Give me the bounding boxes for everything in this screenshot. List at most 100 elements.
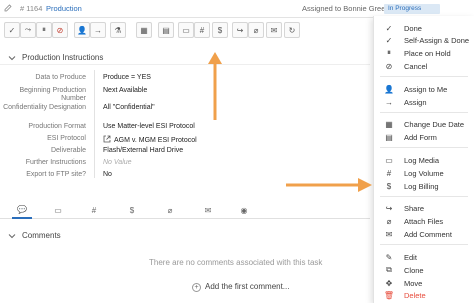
menu-item-assign-to-me[interactable]: 👤 Assign to Me [374, 83, 474, 95]
menu-item-label: Done [404, 24, 422, 33]
menu-item-log-billing[interactable]: $ Log Billing [374, 180, 474, 192]
share-icon[interactable]: ↪ [232, 22, 248, 38]
billing-icon[interactable]: $ [212, 22, 228, 38]
menu-item-log-volume[interactable]: # Log Volume [374, 167, 474, 179]
tab-comments[interactable]: 💬 [12, 201, 32, 219]
menu-item-assign[interactable]: → Assign [374, 96, 474, 108]
field-value: All "Confidential" [103, 104, 155, 111]
task-actions-menu: ✓ Done ✓ Self-Assign & Done ⏸ Place on Hold… [373, 16, 474, 303]
menu-item-attach-files[interactable]: ⌀ Attach Files [374, 215, 474, 227]
tab-media[interactable]: ▭ [48, 201, 68, 219]
menu-item-clone[interactable]: ⧉ Clone [374, 264, 474, 276]
task-toolbar: ✓ ⤳ ⏸ ⊘ 👤 → ⚗ ▦ ▤ ▭ # $ ↪ ⌀ ✉ ↻ [0, 22, 300, 42]
tab-watchers[interactable]: ◉ [234, 201, 254, 219]
media-icon[interactable]: ▭ [178, 22, 194, 38]
tab-volume[interactable]: # [84, 201, 104, 219]
menu-item-edit[interactable]: ✎ Edit [374, 251, 474, 263]
pause-icon[interactable]: ⏸ [36, 22, 52, 38]
assign-icon[interactable]: 👤 [74, 22, 90, 38]
clone-icon: ⧉ [386, 265, 392, 274]
menu-divider [380, 76, 468, 77]
menu-item-add-comment[interactable]: ✉ Add Comment [374, 228, 474, 240]
menu-item-move[interactable]: ✥ Move [374, 277, 474, 289]
menu-item-label: Share [404, 204, 425, 213]
menu-item-add-form[interactable]: ▤ Add Form [374, 131, 474, 143]
menu-item-label: Log Billing [404, 182, 439, 191]
menu-item-label: Delete [404, 291, 426, 300]
comment-icon: ✉ [385, 229, 393, 239]
assign-icon: → [385, 97, 393, 107]
field-value-link[interactable]: AGM v. MGM ESI Protocol [103, 135, 197, 145]
pause-icon: ⏸ [387, 48, 391, 57]
menu-item-label: Self-Assign & Done [404, 36, 470, 45]
calendar-icon: ▦ [385, 119, 393, 129]
section-title: Production Instructions [22, 53, 104, 62]
field-value: Flash/External Hard Drive [103, 147, 184, 154]
menu-item-label: Clone [404, 266, 424, 275]
cancel-icon[interactable]: ⊘ [52, 22, 68, 38]
menu-item-label: Move [404, 279, 423, 288]
media-icon: ▭ [385, 155, 393, 165]
flask-icon[interactable]: ⚗ [110, 22, 126, 38]
add-first-comment-link[interactable]: + Add the first comment... [192, 282, 289, 292]
task-number: # 1164 [20, 4, 43, 13]
volume-icon[interactable]: # [194, 22, 210, 38]
menu-item-label: Log Volume [404, 169, 444, 178]
field-value: Produce = YES [103, 74, 151, 81]
field-value: No [103, 171, 112, 178]
attach-icon[interactable]: ⌀ [248, 22, 264, 38]
field-value: No Value [103, 159, 132, 166]
check-icon[interactable]: ✓ [4, 22, 20, 38]
repeat-icon[interactable]: ↻ [284, 22, 300, 38]
comments-title: Comments [22, 231, 61, 240]
comment-icon[interactable]: ✉ [266, 22, 282, 38]
menu-divider [380, 112, 468, 113]
field-label: Further Instructions [25, 159, 86, 166]
edit-icon[interactable] [3, 3, 13, 13]
move-icon: ✥ [385, 278, 393, 288]
field-divider [94, 70, 95, 178]
chevron-down-icon [8, 234, 16, 239]
menu-item-label: Assign [404, 98, 427, 107]
menu-item-place-on-hold[interactable]: ⏸ Place on Hold [374, 47, 474, 59]
advance-icon[interactable]: → [90, 22, 106, 38]
check-icon: ✓ [385, 23, 393, 33]
menu-item-label: Cancel [404, 62, 428, 71]
assign-to-me-icon: 👤 [384, 84, 394, 94]
external-link-icon [103, 135, 111, 143]
menu-item-cancel[interactable]: ⊘ Cancel [374, 60, 474, 72]
field-label: ESI Protocol [47, 135, 86, 142]
status-badge: In Progress [384, 4, 440, 14]
menu-item-done[interactable]: ✓ Done [374, 22, 474, 34]
billing-icon: $ [386, 181, 392, 191]
add-comment-label: Add the first comment... [205, 282, 290, 291]
right-arrow-annotation [286, 178, 372, 192]
comments-header[interactable]: Comments [0, 229, 370, 243]
menu-item-delete[interactable]: 🗑 Delete [374, 289, 474, 301]
menu-item-share[interactable]: ↪ Share [374, 202, 474, 214]
task-title[interactable]: Production [46, 4, 82, 13]
form-icon[interactable]: ▤ [158, 22, 174, 38]
volume-icon: # [386, 168, 392, 178]
field-label: Data to Produce [35, 74, 86, 81]
reassign-icon[interactable]: ⤳ [20, 22, 36, 38]
menu-item-label: Log Media [404, 156, 440, 165]
production-instructions-header[interactable]: Production Instructions [0, 51, 370, 65]
esi-protocol-link[interactable]: AGM v. MGM ESI Protocol [114, 137, 197, 144]
tab-attachments[interactable]: ⌀ [160, 201, 180, 219]
field-label: Deliverable [50, 147, 86, 154]
menu-item-change-due-date[interactable]: ▦ Change Due Date [374, 118, 474, 130]
due-date-icon[interactable]: ▦ [136, 22, 152, 38]
detail-tabs: 💬 ▭ # $ ⌀ ✉ ◉ [0, 201, 370, 219]
field-label: Beginning Production Number [19, 87, 86, 102]
tab-messages[interactable]: ✉ [198, 201, 218, 219]
menu-divider [380, 196, 468, 197]
field-value: Next Available [103, 87, 148, 94]
menu-item-self-assign-done[interactable]: ✓ Self-Assign & Done [374, 34, 474, 46]
self-assign-done-icon: ✓ [385, 35, 393, 45]
tab-billing[interactable]: $ [122, 201, 142, 219]
menu-item-label: Place on Hold [404, 49, 451, 58]
form-icon: ▤ [385, 132, 393, 142]
menu-item-log-media[interactable]: ▭ Log Media [374, 154, 474, 166]
attach-icon: ⌀ [386, 216, 392, 226]
